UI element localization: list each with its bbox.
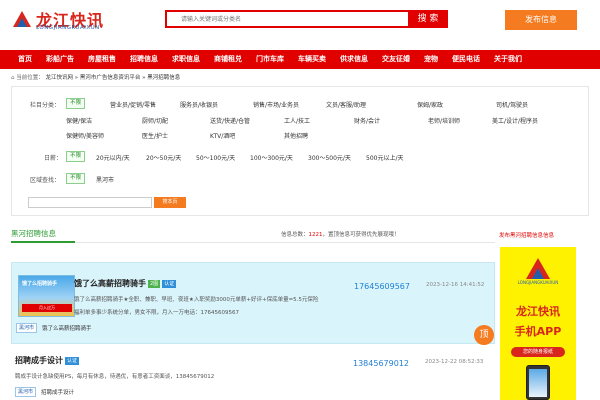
ad-logo-text: LONGJIANGKUAIXUN — [517, 280, 559, 285]
app-ad-banner[interactable]: LONGJIANGKUAIXUN 龙江快讯 手机APP 您的随身报纸 — [500, 247, 576, 400]
category-option[interactable]: 厨师/切配 — [142, 116, 168, 125]
listing-subtitle[interactable]: 饿了么高薪招聘骑手 — [42, 324, 92, 332]
category-option[interactable]: 美工/设计/程序员 — [492, 116, 538, 125]
ad-title: 龙江快讯 — [516, 305, 560, 318]
salary-option[interactable]: 20～50元/天 — [146, 153, 181, 162]
listing-title[interactable]: 招聘成手设计 认证 — [15, 355, 80, 366]
section-header: 黑河招聘信息 信息总数：1221，置顶信息可获得优先展现哦！ — [11, 228, 495, 243]
info-count-suffix: ，置顶信息可获得优先展现哦！ — [322, 232, 400, 238]
listing-subtitle[interactable]: 招聘成手设计 — [41, 388, 74, 396]
category-no-limit[interactable]: 不限 — [66, 98, 86, 109]
listing-phone[interactable]: 17645609567 — [354, 282, 410, 291]
phone-illustration-icon — [526, 365, 550, 400]
category-option[interactable]: 工人/技工 — [284, 116, 310, 125]
search-input[interactable] — [165, 10, 410, 28]
category-option[interactable]: 保健师/美容师 — [66, 131, 104, 140]
search-page-button[interactable]: 搜本页 — [154, 197, 186, 208]
category-option[interactable]: 其他招聘 — [284, 131, 308, 140]
nav-item[interactable]: 首页 — [11, 50, 39, 69]
nav-item[interactable]: 彩船广告 — [39, 50, 81, 69]
listing-item[interactable]: 招聘成手设计 认证 13845679012 2023-12-22 08:52:33… — [11, 352, 495, 400]
nav-item[interactable]: 房屋租售 — [81, 50, 123, 69]
nav-item[interactable]: 商铺租兑 — [207, 50, 249, 69]
nav-item[interactable]: 求职信息 — [165, 50, 207, 69]
listing-title-text: 饿了么高薪招聘骑手 — [74, 279, 146, 288]
listing-description: 饿了么高薪招聘骑手★全职、兼职、早班、夜班★入职奖励3000元单薪+好评+保底单… — [74, 297, 319, 303]
main-nav: 首页 彩船广告 房屋租售 招聘信息 求职信息 商铺租兑 门市车库 车辆买卖 供求信息 交友征婚 宠物… — [0, 50, 600, 69]
listing-area-tag[interactable]: 黑河市 — [16, 323, 38, 333]
category-option[interactable]: 保健/保洁 — [66, 116, 92, 125]
ad-tagline: 您的随身报纸 — [511, 347, 565, 357]
listing-description: 聘成手设计急缺使用PS，每月有休息，待遇优，有意者工资面谈，1384567901… — [15, 374, 215, 380]
verified-badge: 认证 — [65, 356, 80, 365]
listing-item[interactable]: 饿了么招聘骑手 月入过万 饿了么高薪招聘骑手 2图 认证 17645609567 2… — [11, 262, 495, 345]
keyword-input[interactable] — [28, 197, 152, 208]
logo-icon — [13, 11, 31, 27]
salary-option[interactable]: 100～300元/天 — [250, 153, 293, 162]
listing-thumbnail[interactable]: 饿了么招聘骑手 月入过万 — [18, 275, 75, 317]
category-option[interactable]: 服务员/收银员 — [180, 100, 218, 109]
listing-description-2: 福利单多事少系统分单，男女不限，月入一万电话：17645609567 — [74, 310, 239, 316]
listing-date: 2023-12-16 14:41:52 — [426, 282, 485, 288]
phone-screen — [529, 369, 547, 397]
category-option[interactable]: 文员/客服/助理 — [326, 100, 366, 109]
logo-subtitle: LONGJIANGKUAIXUN — [36, 25, 100, 31]
search-button[interactable]: 搜 索 — [408, 10, 448, 28]
info-count-prefix: 信息总数： — [281, 232, 309, 238]
nav-item[interactable]: 供求信息 — [333, 50, 375, 69]
category-option[interactable]: 营业员/促销/零售 — [110, 100, 156, 109]
salary-option[interactable]: 50～100元/天 — [196, 153, 235, 162]
nav-item[interactable]: 门市车库 — [249, 50, 291, 69]
nav-item[interactable]: 宠物 — [417, 50, 445, 69]
category-option[interactable]: 销售/市场/业务员 — [253, 100, 299, 109]
breadcrumb-path[interactable]: 龙江快讯网 » 黑河市广告信息资讯平台 » 黑河招聘信息 — [46, 75, 181, 81]
thumbnail-banner: 月入过万 — [22, 304, 72, 312]
area-option[interactable]: 黑河市 — [96, 175, 114, 184]
category-option[interactable]: 司机/驾驶员 — [496, 100, 528, 109]
thumbnail-text: 饿了么招聘骑手 — [22, 281, 58, 287]
image-count-badge: 2图 — [148, 279, 161, 288]
home-icon: ⌂ — [11, 75, 15, 81]
info-count: 信息总数：1221，置顶信息可获得优先展现哦！ — [281, 230, 400, 238]
nav-item[interactable]: 便民电话 — [445, 50, 487, 69]
section-title: 黑河招聘信息 — [11, 229, 56, 238]
section-underline — [11, 241, 75, 243]
pin-top-icon[interactable]: 顶 — [474, 325, 494, 345]
filter-panel: 栏目分类： 不限 营业员/促销/零售 服务员/收银员 销售/市场/业务员 文员/客服/… — [11, 86, 589, 216]
listing-phone[interactable]: 13845679012 — [353, 359, 409, 368]
category-option[interactable]: 老师/培训师 — [428, 116, 460, 125]
nav-item[interactable]: 车辆买卖 — [291, 50, 333, 69]
nav-list: 首页 彩船广告 房屋租售 招聘信息 求职信息 商铺租兑 门市车库 车辆买卖 供求信息 交友征婚 宠物… — [0, 50, 600, 69]
post-info-button[interactable]: 发布信息 — [505, 10, 577, 30]
category-option[interactable]: 送货/快递/仓管 — [210, 116, 250, 125]
post-category-link[interactable]: 发布黑河招聘信息信息 — [499, 231, 554, 239]
category-option[interactable]: 保姆/家政 — [417, 100, 443, 109]
salary-no-limit[interactable]: 不限 — [66, 151, 86, 162]
category-option[interactable]: 财务/会计 — [354, 116, 380, 125]
salary-label: 日薪： — [44, 155, 63, 162]
salary-option[interactable]: 300～500元/天 — [308, 153, 351, 162]
area-no-limit[interactable]: 不限 — [66, 173, 86, 184]
category-option[interactable]: KTV/酒吧 — [210, 131, 235, 140]
breadcrumb: ⌂ 当前位置： 龙江快讯网 » 黑河市广告信息资讯平台 » 黑河招聘信息 — [11, 73, 180, 81]
salary-option[interactable]: 500元以上/天 — [366, 153, 403, 162]
nav-item[interactable]: 关于我们 — [487, 50, 529, 69]
nav-item[interactable]: 交友征婚 — [375, 50, 417, 69]
ad-subtitle: 手机APP — [514, 325, 562, 338]
category-option[interactable]: 医生/护士 — [142, 131, 168, 140]
nav-item[interactable]: 招聘信息 — [123, 50, 165, 69]
area-label: 区域查找： — [30, 177, 61, 184]
verified-badge: 认证 — [162, 279, 177, 288]
post-info-label: 发布信息 — [525, 15, 557, 24]
listing-area-tag[interactable]: 黑河市 — [15, 387, 37, 397]
category-label: 栏目分类： — [30, 102, 61, 109]
breadcrumb-prefix: 当前位置： — [16, 75, 44, 81]
listing-title[interactable]: 饿了么高薪招聘骑手 2图 认证 — [74, 278, 177, 289]
ad-logo-icon — [526, 258, 550, 279]
listing-date: 2023-12-22 08:52:33 — [425, 359, 484, 365]
listing-title-text: 招聘成手设计 — [15, 356, 63, 365]
salary-option[interactable]: 20元以内/天 — [96, 153, 130, 162]
info-count-number: 1221 — [308, 232, 323, 238]
